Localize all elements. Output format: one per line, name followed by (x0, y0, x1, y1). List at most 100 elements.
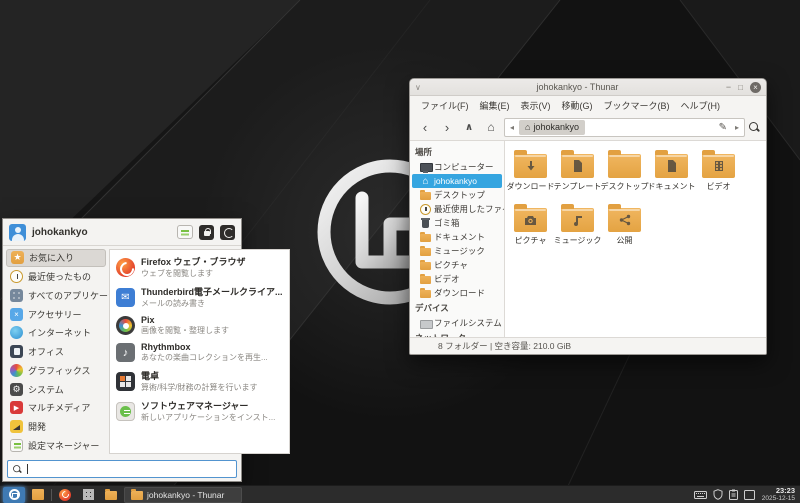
app-thunderbird[interactable]: ✉ Thunderbird電子メールクライア... メールの読み書き (112, 282, 287, 312)
firefox-launcher[interactable] (55, 487, 75, 503)
breadcrumb-label: johokankyo (533, 122, 579, 132)
favorites-app-list: Firefox ウェブ・ブラウザ ウェブを閲覧します ✉ Thunderbird… (109, 249, 290, 454)
mint-menu-button[interactable] (3, 487, 25, 503)
sidebar-item-trash[interactable]: ゴミ箱 (412, 216, 502, 230)
music-note-icon: ♪ (116, 343, 135, 362)
file-list[interactable]: ダウンロード テンプレート デスクトップ ドキュメント (505, 141, 766, 337)
office-icon (10, 345, 23, 358)
menu-view[interactable]: 表示(V) (516, 97, 556, 114)
folder-icon (420, 288, 431, 299)
logout-button[interactable] (220, 225, 235, 240)
category-settings-manager[interactable]: 設定マネージャー (6, 436, 106, 454)
breadcrumb-scroll-left-icon[interactable]: ◂ (507, 123, 517, 132)
share-icon (619, 214, 631, 226)
category-recent[interactable]: 最近使ったもの (6, 268, 106, 286)
file-manager-launcher[interactable] (101, 487, 121, 503)
folder-videos[interactable]: ビデオ (695, 148, 742, 192)
folder-pictures[interactable]: ピクチャ (507, 202, 554, 246)
keyboard-indicator-icon[interactable] (694, 490, 707, 500)
development-icon (10, 420, 23, 433)
text-cursor (27, 464, 28, 474)
system-tray (694, 489, 755, 500)
category-multimedia[interactable]: ▶ マルチメディア (6, 399, 106, 417)
breadcrumb-current[interactable]: ⌂ johokankyo (519, 120, 585, 135)
sidebar-item-videos[interactable]: ビデオ (412, 272, 502, 286)
globe-icon (10, 326, 23, 339)
menu-search-field[interactable] (7, 460, 237, 478)
shield-icon[interactable] (713, 489, 723, 500)
path-bar[interactable]: ◂ ⌂ johokankyo ✎ ▸ (504, 118, 745, 137)
folder-music[interactable]: ミュージック (554, 202, 601, 246)
maximize-button[interactable]: □ (738, 83, 743, 92)
software-manager-icon (116, 402, 135, 421)
sidebar-item-desktop[interactable]: デスクトップ (412, 188, 502, 202)
menu-go[interactable]: 移動(G) (557, 97, 598, 114)
clock-date: 2025-12-15 (762, 495, 795, 503)
window-menu-icon[interactable]: ∨ (415, 83, 429, 92)
user-avatar[interactable] (9, 224, 26, 241)
category-favorites[interactable]: ★ お気に入り (6, 249, 106, 267)
menu-edit[interactable]: 編集(E) (475, 97, 515, 114)
menu-search-area (3, 457, 241, 481)
window-indicator-icon[interactable] (744, 490, 755, 500)
play-icon: ▶ (10, 401, 23, 414)
trash-icon (420, 218, 431, 229)
folder-icon (561, 154, 594, 178)
sidebar-item-filesystem[interactable]: ファイルシステム (412, 316, 502, 330)
minimize-button[interactable]: − (726, 83, 731, 92)
sidebar-item-computer[interactable]: コンピューター (412, 160, 502, 174)
home-icon: ⌂ (420, 176, 431, 187)
sidebar-item-home[interactable]: ⌂ johokankyo (412, 174, 502, 188)
taskbar-window-button[interactable]: johokankyo - Thunar (124, 487, 242, 503)
category-accessories[interactable]: × アクセサリー (6, 305, 106, 323)
grid-icon (10, 289, 23, 302)
forward-button[interactable]: › (438, 118, 456, 136)
folder-icon (131, 491, 143, 500)
sidebar-item-recent[interactable]: 最近使用したファイル (412, 202, 502, 216)
clipboard-icon[interactable] (729, 489, 738, 500)
back-button[interactable]: ‹ (416, 118, 434, 136)
category-list: ★ お気に入り 最近使ったもの すべてのアプリケーション × アクセサリー イン… (3, 246, 109, 457)
search-icon[interactable] (749, 122, 760, 133)
menu-file[interactable]: ファイル(F) (416, 97, 474, 114)
close-button[interactable]: × (750, 82, 761, 93)
folder-desktop[interactable]: デスクトップ (601, 148, 648, 192)
folder-public[interactable]: 公開 (601, 202, 648, 246)
thunar-titlebar[interactable]: ∨ johokankyo - Thunar − □ × (410, 79, 766, 96)
app-rhythmbox[interactable]: ♪ Rhythmbox あなたの楽曲コレクションを再生... (112, 339, 287, 366)
show-desktop-button[interactable] (28, 487, 48, 503)
menu-help[interactable]: ヘルプ(H) (676, 97, 726, 114)
apps-launcher[interactable] (78, 487, 98, 503)
category-system[interactable]: ⚙ システム (6, 380, 106, 398)
sidebar-item-pictures[interactable]: ピクチャ (412, 258, 502, 272)
category-office[interactable]: オフィス (6, 343, 106, 361)
app-firefox[interactable]: Firefox ウェブ・ブラウザ ウェブを閲覧します (112, 252, 287, 282)
clock-icon (10, 270, 23, 283)
folder-downloads[interactable]: ダウンロード (507, 148, 554, 192)
sidebar-item-downloads[interactable]: ダウンロード (412, 286, 502, 300)
thunar-window: ∨ johokankyo - Thunar − □ × ファイル(F) 編集(E… (409, 78, 767, 355)
app-pix[interactable]: Pix 画像を閲覧・整理します (112, 312, 287, 339)
app-calculator[interactable]: 電卓 算術/科学/財務の計算を行います (112, 366, 287, 396)
sidebar-item-documents[interactable]: ドキュメント (412, 230, 502, 244)
category-development[interactable]: 開発 (6, 418, 106, 436)
category-internet[interactable]: インターネット (6, 324, 106, 342)
home-button[interactable]: ⌂ (482, 118, 500, 136)
folder-icon (514, 154, 547, 178)
category-graphics[interactable]: グラフィックス (6, 361, 106, 379)
settings-manager-button[interactable] (177, 225, 193, 239)
category-all-applications[interactable]: すべてのアプリケーション (6, 287, 106, 305)
breadcrumb-scroll-right-icon[interactable]: ▸ (732, 123, 742, 132)
app-software-manager[interactable]: ソフトウェアマネージャー 新しいアプリケーションをインスト... (112, 396, 287, 426)
folder-templates[interactable]: テンプレート (554, 148, 601, 192)
clock[interactable]: 23:23 2025-12-15 (762, 487, 797, 503)
menu-header: johokankyo (3, 219, 241, 246)
window-title: johokankyo - Thunar (429, 82, 726, 92)
up-button[interactable]: ∧ (460, 118, 478, 136)
edit-path-icon[interactable]: ✎ (716, 122, 730, 133)
menu-bookmarks[interactable]: ブックマーク(B) (599, 97, 675, 114)
sidebar-item-music[interactable]: ミュージック (412, 244, 502, 258)
search-icon (13, 465, 22, 474)
folder-documents[interactable]: ドキュメント (648, 148, 695, 192)
lock-screen-button[interactable] (199, 225, 214, 240)
